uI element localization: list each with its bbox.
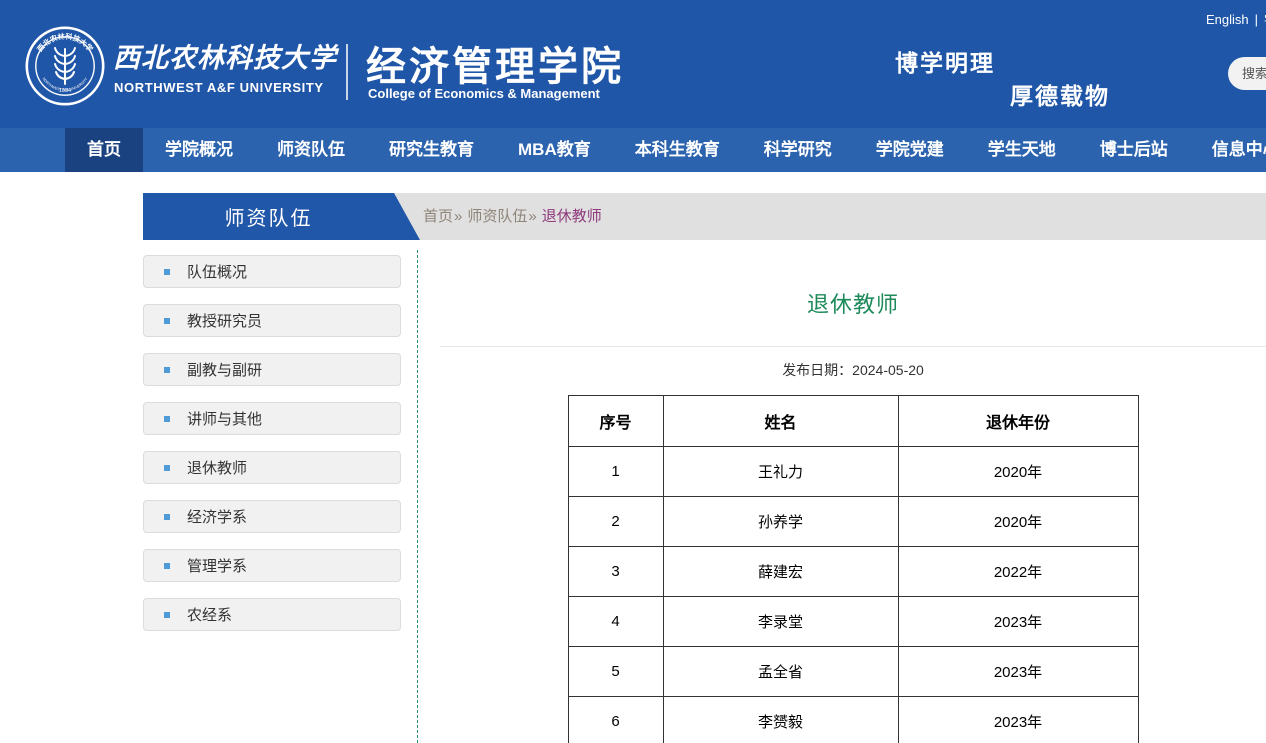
table-cell: 2020年 [898,447,1138,497]
sidebar-item-professors[interactable]: 教授研究员 [143,304,401,337]
square-bullet-icon [164,465,170,471]
table-row: 4李录堂2023年 [568,597,1138,647]
college-name-en: College of Economics & Management [368,86,600,101]
square-bullet-icon [164,563,170,569]
breadcrumb-separator: » [528,208,536,225]
table-cell: 4 [568,597,663,647]
table-cell: 李录堂 [663,597,898,647]
motto-line-2: 厚德载物 [1010,77,1110,111]
table-cell: 2023年 [898,647,1138,697]
header-divider [346,44,348,100]
university-name-zh: 西北农林科技大学 [113,36,337,75]
nav-item-graduate-education[interactable]: 研究生教育 [367,128,496,172]
square-bullet-icon [164,269,170,275]
nav-item-home[interactable]: 首页 [65,128,143,172]
table-row: 1王礼力2020年 [568,447,1138,497]
main-content: 退休教师 发布日期：2024-05-20 序号姓名退休年份 1王礼力2020年2… [440,240,1266,743]
sidebar-item-team-overview[interactable]: 队伍概况 [143,255,401,288]
table-cell: 薛建宏 [663,547,898,597]
table-header-row: 序号姓名退休年份 [568,396,1138,447]
nav-item-undergraduate-education[interactable]: 本科生教育 [613,128,742,172]
sidebar-item-label: 退休教师 [187,457,247,478]
sidebar-menu: 队伍概况教授研究员副教与副研讲师与其他退休教师经济学系管理学系农经系 [143,255,401,647]
college-name-zh: 经济管理学院 [366,34,624,92]
table-row: 2孙养学2020年 [568,497,1138,547]
sidebar-item-lecturers-others[interactable]: 讲师与其他 [143,402,401,435]
square-bullet-icon [164,367,170,373]
search-input[interactable] [1228,57,1266,90]
square-bullet-icon [164,612,170,618]
table-row: 6李赟毅2023年 [568,697,1138,743]
table-row: 5孟全省2023年 [568,647,1138,697]
title-rule [440,346,1266,347]
breadcrumb-link-home[interactable]: 首页 [423,208,453,225]
nav-item-scientific-research[interactable]: 科学研究 [742,128,854,172]
sidebar-item-label: 管理学系 [187,555,247,576]
table-header-cell: 退休年份 [898,396,1138,447]
sidebar-item-agricultural-economics-dept[interactable]: 农经系 [143,598,401,631]
topbar-divider: | [1255,12,1258,27]
breadcrumb-current: 退休教师 [542,208,602,225]
table-cell: 李赟毅 [663,697,898,743]
table-cell: 2020年 [898,497,1138,547]
nav-item-college-overview[interactable]: 学院概况 [143,128,255,172]
page-title: 退休教师 [440,287,1266,319]
nav-item-information-center[interactable]: 信息中心 [1190,128,1266,172]
table-cell: 2 [568,497,663,547]
nav-item-mba-education[interactable]: MBA教育 [496,128,613,172]
sidebar-item-label: 副教与副研 [187,359,262,380]
table-header-cell: 姓名 [663,396,898,447]
sidebar-item-label: 农经系 [187,604,232,625]
table-cell: 王礼力 [663,447,898,497]
table-row: 3薛建宏2022年 [568,547,1138,597]
motto-line-1: 博学明理 [895,44,995,78]
page: English|学校首页 西北农林科技大学 NORTHWEST A&F UNIV… [0,0,1266,743]
table-cell: 2023年 [898,597,1138,647]
nav-item-student-life[interactable]: 学生天地 [966,128,1078,172]
breadcrumb: 首页»师资队伍»退休教师 [423,193,602,240]
sidebar-item-label: 讲师与其他 [187,408,262,429]
table-cell: 6 [568,697,663,743]
breadcrumb-link-faculty[interactable]: 师资队伍 [467,208,527,225]
square-bullet-icon [164,318,170,324]
table-header-cell: 序号 [568,396,663,447]
table-cell: 3 [568,547,663,597]
sidebar-item-label: 教授研究员 [187,310,262,331]
breadcrumb-band: 师资队伍 首页»师资队伍»退休教师 [143,193,1266,240]
site-header: English|学校首页 西北农林科技大学 NORTHWEST A&F UNIV… [0,0,1266,128]
table-cell: 孙养学 [663,497,898,547]
nav-item-party-building[interactable]: 学院党建 [854,128,966,172]
university-name-en: NORTHWEST A&F UNIVERSITY [114,80,324,95]
content-divider-dashed [417,250,418,743]
breadcrumb-separator: » [454,208,462,225]
table-cell: 5 [568,647,663,697]
svg-text:1934: 1934 [59,88,71,94]
publish-date: 发布日期：2024-05-20 [440,360,1266,380]
table-cell: 2023年 [898,697,1138,743]
nav-item-faculty[interactable]: 师资队伍 [255,128,367,172]
wheat-emblem-icon: 西北农林科技大学 NORTHWEST A&F UNIVERSITY 1934 [25,26,105,106]
main-nav: 首页学院概况师资队伍研究生教育MBA教育本科生教育科学研究学院党建学生天地博士后… [0,128,1266,172]
sidebar-item-label: 队伍概况 [187,261,247,282]
table-cell: 2022年 [898,547,1138,597]
section-banner: 师资队伍 [143,193,420,240]
nav-item-postdoctoral-station[interactable]: 博士后站 [1078,128,1190,172]
sidebar-item-associate-professors[interactable]: 副教与副研 [143,353,401,386]
sidebar-item-retired-teachers[interactable]: 退休教师 [143,451,401,484]
square-bullet-icon [164,416,170,422]
sidebar-item-management-dept[interactable]: 管理学系 [143,549,401,582]
sidebar-item-label: 经济学系 [187,506,247,527]
topbar-links: English|学校首页 [1206,9,1266,28]
topbar-link-english[interactable]: English [1206,12,1249,27]
table-cell: 1 [568,447,663,497]
retired-teachers-table: 序号姓名退休年份 1王礼力2020年2孙养学2020年3薛建宏2022年4李录堂… [568,395,1139,743]
table-cell: 孟全省 [663,647,898,697]
university-logo-emblem[interactable]: 西北农林科技大学 NORTHWEST A&F UNIVERSITY 1934 [25,26,105,106]
square-bullet-icon [164,514,170,520]
sidebar-item-economics-dept[interactable]: 经济学系 [143,500,401,533]
